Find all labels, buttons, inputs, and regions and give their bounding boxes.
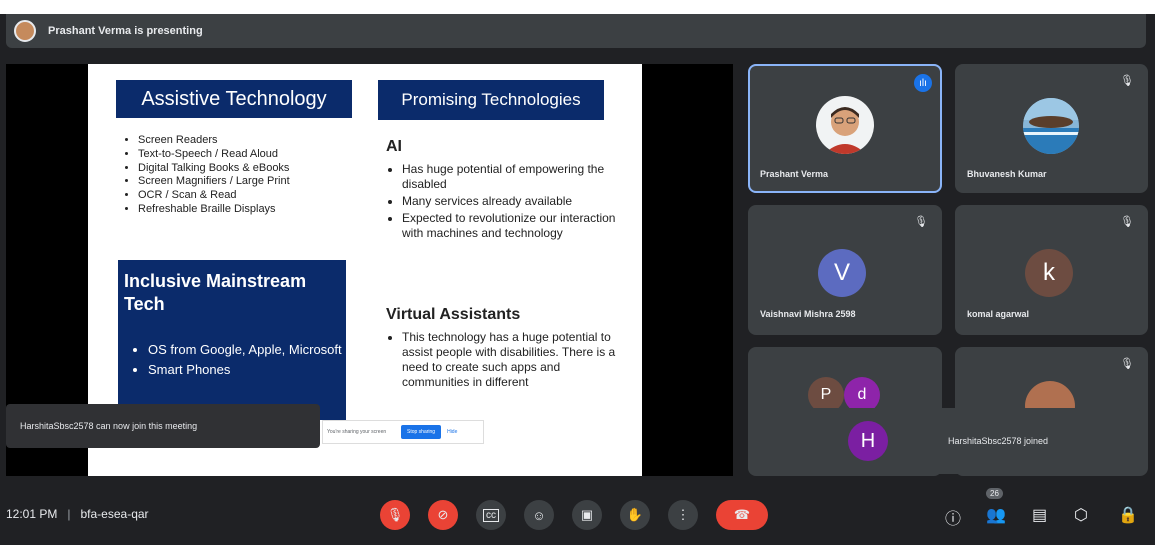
inclusive-title-line2: Tech [124,293,165,314]
hide-button[interactable]: Hide [447,429,457,435]
join-permission-toast: HarshitaSbsc2578 can now join this meeti… [6,404,320,448]
more-options-button[interactable]: ⋮ [668,500,698,530]
list-item: This technology has a huge potential to … [402,330,624,390]
mic-toggle-button[interactable]: 🎙 [380,500,410,530]
participant-name: komal agarwal [967,309,1030,319]
presenting-banner: Prashant Verma is presenting [6,14,1146,48]
people-button[interactable]: 26 👥 [982,488,1012,532]
promising-title: Promising Technologies [401,90,581,109]
current-time: 12:01 PM [6,507,58,521]
participant-photo [816,96,874,154]
divider: | [67,507,71,521]
speaking-indicator-icon: ılı [914,74,932,92]
avatar-initial: d [857,386,867,403]
list-item: Screen Readers [138,134,378,148]
more-vert-icon: ⋮ [676,507,690,522]
participant-tile[interactable]: 🎙 Bhuvanesh Kumar [955,64,1148,193]
participant-name: Vaishnavi Mishra 2598 [760,309,856,319]
list-item: OCR / Scan & Read [138,189,378,203]
mic-off-icon: 🎙 [1120,75,1134,87]
assistive-list: Screen Readers Text-to-Speech / Read Alo… [122,134,378,217]
list-item: Has huge potential of empowering the dis… [402,162,622,192]
meeting-details: 12:01 PM | bfa-esea-qar [6,507,149,521]
share-strip: You're sharing your screen Stop sharing … [322,420,484,444]
promising-title-box: Promising Technologies [378,80,604,120]
present-button[interactable]: ▣ [572,500,602,530]
hand-icon: ✋ [626,507,644,522]
participant-joined-toast: H HarshitaSbsc2578 joined [810,408,1140,474]
mic-off-icon: 🎙 [914,216,928,228]
participant-tile[interactable]: 🎙 k komal agarwal [955,205,1148,335]
leave-call-button[interactable]: ☎ [716,500,768,530]
assistive-title: Assistive Technology [141,87,327,110]
inclusive-title: Inclusive Mainstream Tech [124,270,306,315]
list-item: Many services already available [402,194,622,209]
participant-name: Bhuvanesh Kumar [967,169,1047,179]
participant-photo [1023,98,1079,154]
assistive-title-box: Assistive Technology [116,80,352,118]
chat-icon[interactable]: ▤ [1032,505,1047,525]
participant-tile[interactable]: ılı Prashant Verma [748,64,942,193]
ai-heading: AI [386,138,402,155]
avatar-initial: H [860,429,876,452]
list-item: Digital Talking Books & eBooks [138,162,378,176]
camera-toggle-button[interactable]: ⊘ [428,500,458,530]
ai-list: Has huge potential of empowering the dis… [386,162,622,241]
list-item: Expected to revolutionize our interactio… [402,211,622,241]
participant-count-badge: 26 [986,488,1003,499]
captions-icon: cc [483,508,499,522]
end-call-icon: ☎ [733,507,751,522]
meeting-info-icon[interactable]: ⓘ [945,505,961,529]
va-heading: Virtual Assistants [386,306,521,323]
presenter-avatar [14,20,36,42]
list-item: Screen Magnifiers / Large Print [138,175,378,189]
toast-text: HarshitaSbsc2578 can now join this meeti… [20,421,198,431]
inclusive-box: Inclusive Mainstream Tech OS from Google… [118,260,346,420]
raise-hand-button[interactable]: ✋ [620,500,650,530]
list-item: OS from Google, Apple, Microsoft [148,342,360,358]
host-controls-icon[interactable]: 🔒 [1118,505,1138,525]
share-strip-text: You're sharing your screen [327,429,387,435]
avatar-initial: k [1043,259,1055,286]
swimmer-photo-icon [1023,98,1079,154]
camera-off-icon: ⊘ [437,507,449,522]
participant-name: Prashant Verma [760,169,829,179]
emoji-icon: ☺ [532,507,546,523]
mic-off-icon: 🎙 [1120,358,1134,370]
participant-avatar: V [818,249,866,297]
mic-off-icon: 🎙 [1120,216,1134,228]
toast-text: HarshitaSbsc2578 joined [948,436,1049,446]
meeting-code: bfa-esea-qar [80,507,149,521]
mic-off-icon: 🎙 [386,507,404,522]
presenting-text: Prashant Verma is presenting [48,25,203,37]
stop-sharing-button[interactable]: Stop sharing [401,425,442,439]
participant-avatar: H [848,421,888,461]
inclusive-title-line1: Inclusive Mainstream [124,271,307,291]
va-list: This technology has a huge potential to … [386,330,624,410]
avatar-initial: P [820,386,832,403]
participant-avatar: k [1025,249,1073,297]
captions-button[interactable]: cc [476,500,506,530]
list-item: Refreshable Braille Displays [138,203,378,217]
participant-tile[interactable]: 🎙 V Vaishnavi Mishra 2598 [748,205,942,335]
activities-icon[interactable]: ⬡ [1074,505,1088,525]
inclusive-list: OS from Google, Apple, Microsoft Smart P… [128,342,360,379]
list-item: Text-to-Speech / Read Aloud [138,148,378,162]
present-screen-icon: ▣ [580,507,594,522]
person-photo-icon [824,107,866,154]
list-item: Smart Phones [148,362,360,378]
top-strip [0,0,1155,14]
people-icon: 👥 [986,507,1006,524]
reactions-button[interactable]: ☺ [524,500,554,530]
avatar-initial: V [833,259,850,286]
